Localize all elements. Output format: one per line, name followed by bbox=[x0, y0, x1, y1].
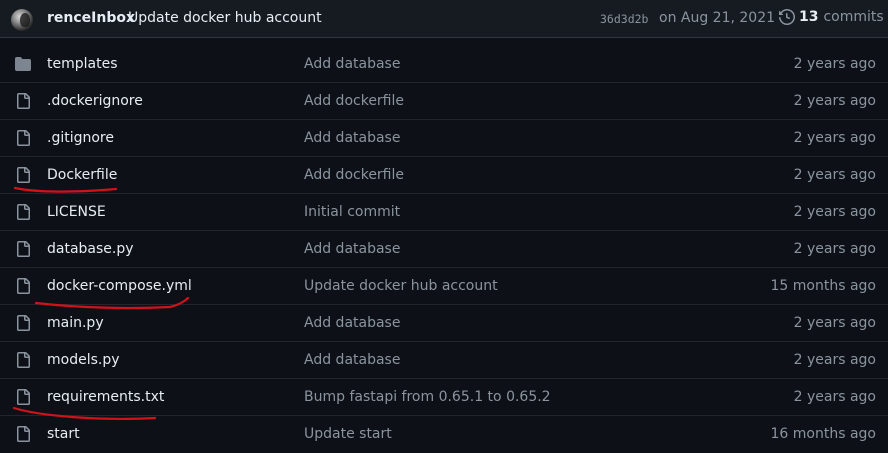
commit-sha[interactable]: 36d3d2b bbox=[600, 12, 648, 26]
commit-date[interactable]: on Aug 21, 2021 bbox=[659, 10, 775, 26]
file-icon bbox=[17, 167, 30, 183]
file-row[interactable]: docker-compose.yml Update docker hub acco… bbox=[0, 268, 888, 305]
author-avatar[interactable] bbox=[11, 9, 33, 31]
commit-message[interactable]: Update docker hub account bbox=[128, 10, 322, 26]
file-commit-age: 2 years ago bbox=[793, 93, 876, 109]
file-commit-message-link[interactable]: Add database bbox=[304, 315, 400, 331]
file-commit-message-link[interactable]: Bump fastapi from 0.65.1 to 0.65.2 bbox=[304, 389, 551, 405]
file-icon bbox=[17, 241, 30, 257]
file-name-link[interactable]: templates bbox=[47, 56, 118, 72]
file-commit-message-link[interactable]: Initial commit bbox=[304, 204, 400, 220]
file-name-link[interactable]: LICENSE bbox=[47, 204, 106, 220]
file-commit-message-link[interactable]: Add database bbox=[304, 241, 400, 257]
file-commit-age: 2 years ago bbox=[793, 389, 876, 405]
file-row[interactable]: .gitignore Add database 2 years ago bbox=[0, 120, 888, 157]
file-name-link[interactable]: .gitignore bbox=[47, 130, 114, 146]
file-commit-age: 2 years ago bbox=[793, 130, 876, 146]
file-icon bbox=[17, 352, 30, 368]
file-icon bbox=[17, 278, 30, 294]
file-commit-message-link[interactable]: Add database bbox=[304, 130, 400, 146]
file-name-link[interactable]: .dockerignore bbox=[47, 93, 143, 109]
file-row[interactable]: .dockerignore Add dockerfile 2 years ago bbox=[0, 83, 888, 120]
commit-count: 13 bbox=[799, 9, 819, 25]
file-commit-age: 2 years ago bbox=[793, 167, 876, 183]
commit-author[interactable]: renceInbox bbox=[47, 10, 135, 26]
file-row[interactable]: start Update start 16 months ago bbox=[0, 416, 888, 453]
file-commit-message-link[interactable]: Add database bbox=[304, 352, 400, 368]
file-row[interactable]: database.py Add database 2 years ago bbox=[0, 231, 888, 268]
file-commit-message-link[interactable]: Add database bbox=[304, 56, 400, 72]
file-name-link[interactable]: main.py bbox=[47, 315, 104, 331]
file-commit-age: 15 months ago bbox=[770, 278, 876, 294]
file-commit-age: 2 years ago bbox=[793, 56, 876, 72]
file-name-link[interactable]: start bbox=[47, 426, 80, 442]
file-icon bbox=[17, 426, 30, 442]
file-list: templates Add database 2 years ago .dockeri… bbox=[0, 46, 888, 453]
file-name-link[interactable]: requirements.txt bbox=[47, 389, 164, 405]
file-row[interactable]: models.py Add database 2 years ago bbox=[0, 342, 888, 379]
file-icon bbox=[17, 389, 30, 405]
file-name-link[interactable]: models.py bbox=[47, 352, 120, 368]
file-name-link[interactable]: docker-compose.yml bbox=[47, 278, 192, 294]
history-icon bbox=[779, 9, 795, 25]
file-commit-age: 16 months ago bbox=[770, 426, 876, 442]
file-icon bbox=[17, 130, 30, 146]
file-commit-age: 2 years ago bbox=[793, 204, 876, 220]
file-commit-age: 2 years ago bbox=[793, 315, 876, 331]
file-commit-age: 2 years ago bbox=[793, 241, 876, 257]
folder-icon bbox=[15, 57, 31, 71]
file-name-link[interactable]: database.py bbox=[47, 241, 134, 257]
file-row[interactable]: requirements.txt Bump fastapi from 0.65.1… bbox=[0, 379, 888, 416]
file-commit-message-link[interactable]: Add dockerfile bbox=[304, 167, 404, 183]
file-commit-message-link[interactable]: Add dockerfile bbox=[304, 93, 404, 109]
file-row[interactable]: main.py Add database 2 years ago bbox=[0, 305, 888, 342]
file-commit-message-link[interactable]: Update docker hub account bbox=[304, 278, 498, 294]
file-row[interactable]: templates Add database 2 years ago bbox=[0, 46, 888, 83]
file-icon bbox=[17, 93, 30, 109]
latest-commit-bar: renceInbox Update docker hub account 36d… bbox=[0, 0, 888, 38]
commit-history-link[interactable]: 13 commits bbox=[779, 9, 884, 25]
file-name-link[interactable]: Dockerfile bbox=[47, 167, 117, 183]
file-row[interactable]: LICENSE Initial commit 2 years ago bbox=[0, 194, 888, 231]
file-icon bbox=[17, 204, 30, 220]
file-commit-message-link[interactable]: Update start bbox=[304, 426, 392, 442]
file-row[interactable]: Dockerfile Add dockerfile 2 years ago bbox=[0, 157, 888, 194]
file-icon bbox=[17, 315, 30, 331]
file-commit-age: 2 years ago bbox=[793, 352, 876, 368]
commits-label: commits bbox=[823, 9, 884, 25]
